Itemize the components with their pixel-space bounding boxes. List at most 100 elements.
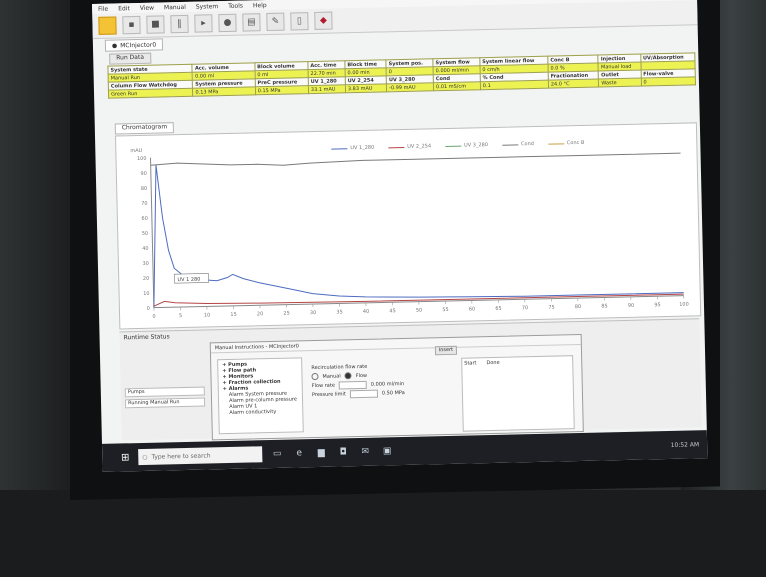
legend-swatch	[331, 147, 348, 150]
monitor-screen: File Edit View Manual System Tools Help ▪ ■ ‖ …	[92, 0, 708, 472]
x-tick-label: 0	[152, 314, 155, 320]
grid-value-row-2-cell: 24.0 °C	[548, 79, 599, 89]
grid-value-row-2-cell: -0.99 mAU	[386, 82, 434, 92]
open-folder-icon[interactable]	[98, 16, 117, 35]
run-data-tab[interactable]: Run Data	[109, 52, 152, 65]
radio-flow-label: Flow	[355, 372, 368, 379]
flow-rate-value: 0.000 ml/min	[370, 380, 405, 388]
mail-icon[interactable]: ✉	[358, 445, 372, 459]
pressure-limit-row: Pressure limit 0.50 MPa	[312, 387, 452, 399]
run-log-item[interactable]: Pumps	[124, 386, 205, 398]
x-tick-label: 35	[336, 309, 343, 315]
run-data-grid: System state Acc. volume Block volume Acc. …	[107, 52, 696, 99]
x-tick-label: 90	[628, 303, 635, 309]
end-icon[interactable]: ●	[218, 13, 237, 33]
dialog-title: Manual Instructions - MCInjector0	[210, 334, 581, 354]
run-log-list: Pumps Running Manual Run	[124, 386, 206, 429]
desk-surface	[0, 490, 766, 577]
menu-item-file[interactable]: File	[98, 5, 108, 12]
x-tick-label: 25	[283, 311, 290, 317]
chromatogram-plot: mAU10090807060504030201000 5 10 15 20 25 30 35 4…	[130, 148, 689, 320]
edit-icon[interactable]: ✎	[266, 12, 285, 32]
document-tab[interactable]: ● MCInjector0	[104, 38, 164, 52]
x-tick-label: 55	[442, 307, 449, 313]
legend-swatch	[388, 146, 405, 148]
chromatogram-tab[interactable]: Chromatogram	[114, 122, 175, 135]
x-tick-label: 85	[601, 303, 608, 309]
windows-start-icon[interactable]: ⊞	[116, 448, 134, 466]
edge-icon[interactable]: e	[292, 446, 306, 460]
app-icon[interactable]: ▣	[380, 444, 394, 458]
pressure-limit-value: 0.50 MPa	[381, 389, 405, 397]
manual-instructions-icon[interactable]: ◆	[314, 11, 333, 30]
menu-item-help[interactable]: Help	[253, 2, 267, 9]
legend-label: Cond	[520, 141, 534, 148]
instruction-queue: Start Done	[461, 355, 575, 432]
menu-item-manual[interactable]: Manual	[164, 3, 186, 10]
radio-manual[interactable]	[311, 372, 319, 381]
tree-item[interactable]: Alarm conductivity	[221, 408, 300, 416]
pressure-limit-label: Pressure limit	[311, 390, 346, 398]
chromatogram-chart: mAU 100 90 80 70 60 50 40 30 20 10 0 0 5 10 15 20 25 30 35 4…	[114, 122, 702, 330]
grid-value-row-2-cell: 3.83 mAU	[345, 83, 387, 93]
y-axis	[150, 157, 155, 308]
stop-icon[interactable]: ■	[146, 15, 165, 34]
y-tick-label: 60	[141, 216, 148, 222]
pause-icon[interactable]: ‖	[170, 14, 189, 34]
legend-swatch	[502, 143, 519, 146]
search-placeholder: Type here to search	[151, 451, 211, 461]
x-tick-label: 80	[575, 304, 582, 310]
x-tick-label: 20	[257, 311, 264, 317]
series-line-uv-1-280	[153, 165, 684, 308]
manual-instructions-dialog: Manual Instructions - MCInjector0 + Pump…	[209, 333, 584, 441]
menu-item-tools[interactable]: Tools	[228, 2, 243, 9]
insert-button[interactable]: Insert	[434, 345, 458, 356]
y-tick-label: 50	[142, 231, 149, 237]
radio-flow[interactable]	[344, 372, 352, 380]
legend-item: Conc B	[547, 139, 585, 147]
y-tick-label: 30	[142, 261, 149, 267]
x-tick-label: 65	[495, 306, 502, 312]
taskbar-search[interactable]: ○ Type here to search	[138, 446, 263, 466]
x-tick-label: 50	[416, 308, 423, 314]
runtime-status-tab[interactable]: Runtime Status	[119, 331, 173, 342]
x-tick-label: 15	[230, 312, 237, 318]
x-tick-label: 75	[548, 305, 555, 311]
grid-value-row-2-cell: 0.1	[480, 80, 549, 90]
report-icon[interactable]: ▯	[290, 12, 309, 31]
legend-swatch	[547, 142, 564, 145]
file-explorer-icon[interactable]: ▆	[314, 446, 328, 460]
menu-item-edit[interactable]: Edit	[118, 5, 130, 12]
flow-rate-input[interactable]	[338, 380, 367, 389]
menu-item-view[interactable]: View	[140, 4, 154, 11]
legend-item: UV 2_254	[388, 143, 431, 150]
peak-marker-label: UV 1 280	[177, 277, 200, 284]
grid-value-row-2-cell: 0.13 MPa	[192, 86, 256, 97]
continue-icon[interactable]: ▸	[194, 14, 213, 33]
store-icon[interactable]: ◘	[336, 445, 350, 459]
run-log-item[interactable]: Running Manual Run	[124, 397, 206, 409]
y-tick-label: 10	[143, 291, 150, 297]
x-tick-label: 45	[389, 308, 396, 314]
legend-label: UV 3_280	[464, 142, 489, 149]
y-tick-label: 100	[137, 156, 147, 162]
pressure-limit-input[interactable]	[349, 389, 378, 398]
task-view-icon[interactable]: ▭	[270, 447, 284, 461]
y-tick-label: 20	[143, 276, 150, 282]
legend-label: UV 2_254	[407, 143, 432, 150]
save-icon[interactable]: ▪	[122, 15, 141, 35]
document-tab-label: MCInjector0	[120, 41, 157, 49]
grid-value-row-2-cell: 0.15 MPa	[255, 85, 309, 95]
x-tick-label: 60	[469, 306, 476, 312]
legend-item: UV 3_280	[445, 142, 488, 149]
flow-rate-label: Flow rate	[311, 382, 335, 389]
search-icon: ○	[142, 453, 148, 461]
series-line-cond	[150, 152, 681, 166]
grid-value-row-2-cell: Green Run	[108, 88, 194, 99]
legend-label: Conc B	[566, 139, 585, 147]
x-tick-label: 10	[204, 312, 211, 318]
menu-item-system[interactable]: System	[196, 3, 219, 11]
legend-item: Cond	[502, 141, 534, 148]
document-icon[interactable]: ▤	[242, 13, 261, 32]
grid-value-row-2-cell: 0	[640, 76, 696, 87]
